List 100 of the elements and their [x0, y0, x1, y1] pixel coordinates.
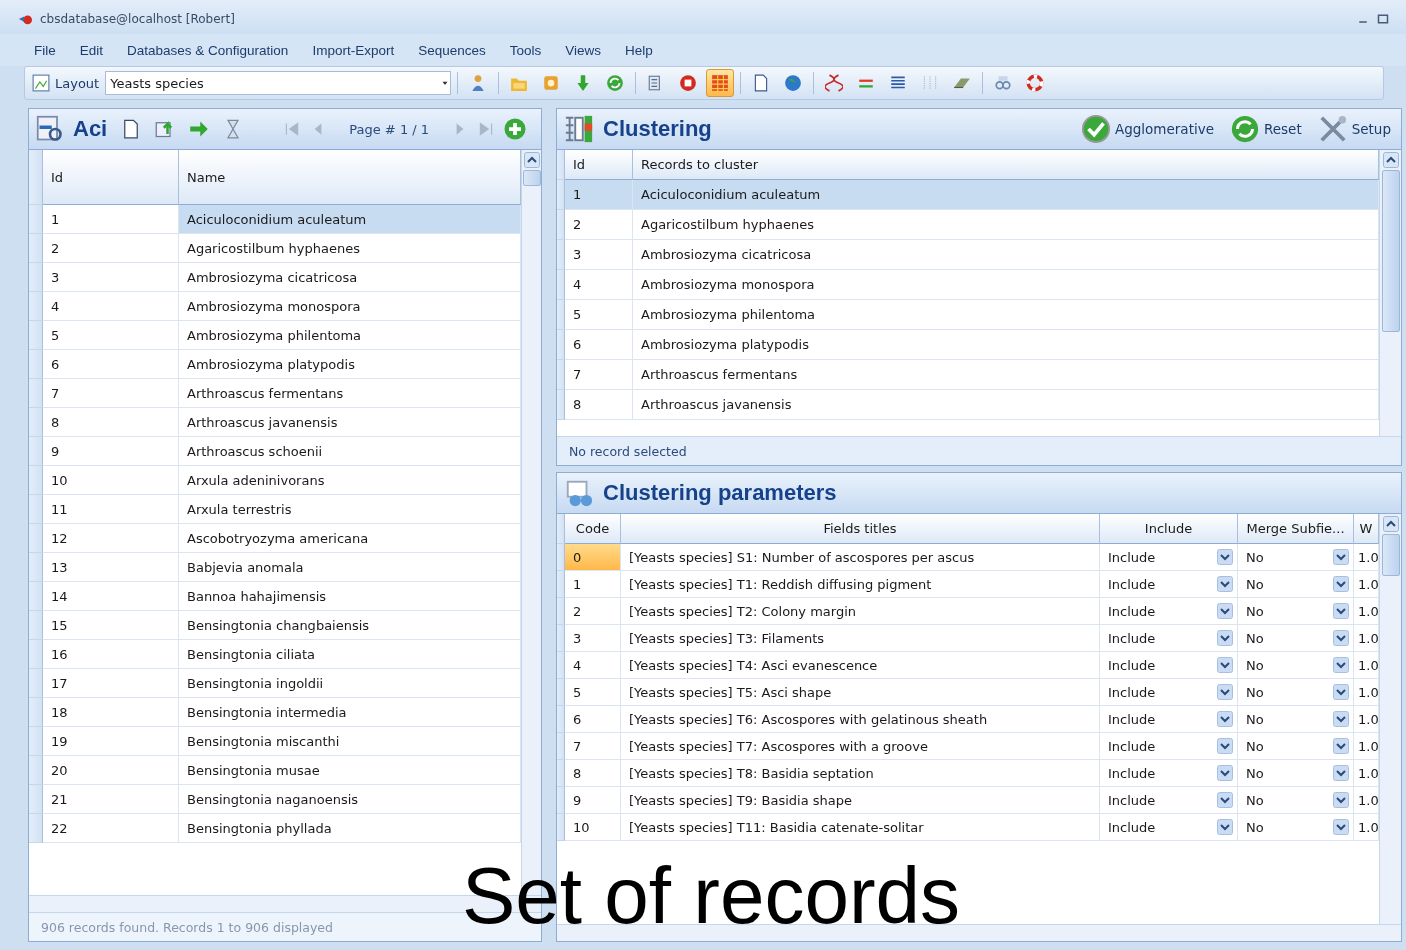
menu-item[interactable]: Import-Export: [300, 39, 407, 61]
row-header[interactable]: [29, 379, 43, 408]
scroll-up-icon[interactable]: [523, 152, 540, 168]
dropdown[interactable]: Include: [1100, 760, 1238, 787]
dropdown[interactable]: Include: [1100, 544, 1238, 571]
row-header[interactable]: [557, 390, 565, 420]
menu-item[interactable]: Edit: [67, 39, 116, 61]
row-header[interactable]: [557, 733, 565, 760]
dropdown[interactable]: No: [1238, 571, 1354, 598]
horizontal-scrollbar[interactable]: [557, 924, 1401, 941]
row-header[interactable]: [29, 292, 43, 321]
scroll-thumb[interactable]: [1381, 534, 1400, 576]
row-header[interactable]: [29, 698, 43, 727]
row-header[interactable]: [557, 787, 565, 814]
chevron-down-icon: [1217, 630, 1233, 646]
dropdown[interactable]: Include: [1100, 679, 1238, 706]
column-header[interactable]: Id: [565, 150, 633, 180]
dropdown[interactable]: Include: [1100, 787, 1238, 814]
row-header[interactable]: [557, 652, 565, 679]
row-header[interactable]: [29, 437, 43, 466]
layout-button[interactable]: Layout: [29, 72, 102, 94]
row-header[interactable]: [29, 582, 43, 611]
row-header[interactable]: [557, 240, 565, 270]
dropdown[interactable]: Include: [1100, 652, 1238, 679]
row-header[interactable]: [557, 300, 565, 330]
row-header[interactable]: [29, 234, 43, 263]
row-header[interactable]: [29, 408, 43, 437]
row-header[interactable]: [557, 210, 565, 240]
arrow-right-icon[interactable]: [189, 119, 210, 139]
row-header[interactable]: [29, 553, 43, 582]
dropdown[interactable]: Include: [1100, 571, 1238, 598]
row-header[interactable]: [557, 180, 565, 210]
scroll-up-icon[interactable]: [1382, 152, 1399, 168]
scroll-thumb[interactable]: [1381, 170, 1400, 332]
row-header[interactable]: [557, 598, 565, 625]
dropdown[interactable]: Include: [1100, 625, 1238, 652]
menu-item[interactable]: Databases & Configuration: [115, 39, 301, 61]
row-header[interactable]: [29, 756, 43, 785]
menu-item[interactable]: Help: [613, 39, 665, 61]
layout-dropdown[interactable]: Yeasts species: [105, 71, 452, 95]
column-header[interactable]: Merge Subfie...: [1238, 514, 1354, 544]
menu-item[interactable]: Tools: [497, 39, 554, 61]
scrollbar[interactable]: [1379, 150, 1401, 436]
dropdown[interactable]: No: [1238, 625, 1354, 652]
dropdown[interactable]: No: [1238, 598, 1354, 625]
row-header[interactable]: [29, 495, 43, 524]
row-header[interactable]: [557, 625, 565, 652]
dropdown[interactable]: No: [1238, 760, 1354, 787]
row-header[interactable]: [557, 679, 565, 706]
row-header[interactable]: [29, 350, 43, 379]
row-header[interactable]: [557, 270, 565, 300]
row-header[interactable]: [557, 544, 565, 571]
column-header[interactable]: Records to cluster: [633, 150, 1379, 180]
row-header[interactable]: [557, 706, 565, 733]
menu-item[interactable]: Sequences: [406, 39, 498, 61]
row-header[interactable]: [557, 360, 565, 390]
maximize-icon[interactable]: [1376, 13, 1390, 25]
row-header[interactable]: [29, 814, 43, 843]
row-header[interactable]: [557, 571, 565, 598]
row-header[interactable]: [29, 263, 43, 292]
action-button[interactable]: Reset: [1226, 114, 1306, 144]
row-header[interactable]: [557, 330, 565, 360]
dropdown[interactable]: No: [1238, 814, 1354, 841]
row-header[interactable]: [29, 785, 43, 814]
row-header[interactable]: [29, 640, 43, 669]
dropdown[interactable]: Include: [1100, 733, 1238, 760]
row-header[interactable]: [29, 727, 43, 756]
row-header[interactable]: [557, 814, 565, 841]
row-header[interactable]: [29, 466, 43, 495]
column-header[interactable]: Include: [1100, 514, 1238, 544]
dropdown[interactable]: No: [1238, 706, 1354, 733]
column-header[interactable]: Id: [43, 150, 179, 205]
column-header[interactable]: Code: [565, 514, 621, 544]
row-header[interactable]: [29, 669, 43, 698]
action-button[interactable]: Setup: [1313, 114, 1395, 144]
table-cell: Bensingtonia changbaiensis: [179, 611, 521, 640]
row-header[interactable]: [557, 760, 565, 787]
menu-item[interactable]: File: [22, 39, 68, 61]
dropdown[interactable]: No: [1238, 544, 1354, 571]
row-header[interactable]: [29, 205, 43, 234]
toolbar-button[interactable]: [706, 69, 735, 97]
scroll-thumb[interactable]: [522, 170, 541, 186]
dropdown[interactable]: No: [1238, 652, 1354, 679]
row-header[interactable]: [29, 611, 43, 640]
row-header[interactable]: [29, 321, 43, 350]
column-header[interactable]: Name: [179, 150, 521, 205]
dropdown[interactable]: Include: [1100, 814, 1238, 841]
row-header[interactable]: [29, 524, 43, 553]
dropdown[interactable]: Include: [1100, 598, 1238, 625]
dropdown[interactable]: No: [1238, 679, 1354, 706]
dropdown[interactable]: No: [1238, 787, 1354, 814]
scroll-up-icon[interactable]: [1382, 516, 1399, 532]
action-button[interactable]: Agglomerative: [1076, 114, 1218, 144]
dropdown[interactable]: No: [1238, 733, 1354, 760]
dropdown[interactable]: Include: [1100, 706, 1238, 733]
menu-item[interactable]: Views: [553, 39, 614, 61]
column-header[interactable]: Fields titles: [621, 514, 1100, 544]
add-icon[interactable]: [503, 117, 528, 141]
scrollbar[interactable]: [1379, 514, 1401, 924]
column-header[interactable]: W: [1354, 514, 1379, 544]
